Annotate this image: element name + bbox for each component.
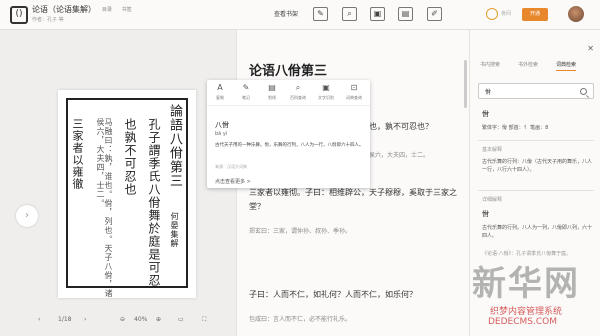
zoom-out-icon[interactable]: ⊖ (120, 316, 125, 323)
copy-button[interactable]: A 复制 (209, 83, 231, 101)
prev-page-button[interactable]: ‹ (38, 316, 40, 323)
underline-icon: ▤ (268, 83, 276, 92)
dictionary-search-input[interactable]: 佾 (478, 83, 594, 99)
edit-tool-button[interactable]: ✎ (313, 7, 328, 21)
scan-annotation-column: 马融曰：孰，谁也。佾，列也。天子八佾，诸侯六，大夫四，士二。 (96, 118, 113, 298)
text-paragraph[interactable]: 子曰：人而不仁，如礼何？人而不仁，如乐何？ (249, 288, 459, 302)
image-icon: ▣ (322, 83, 330, 92)
page-border-right (186, 98, 188, 288)
fit-page-icon[interactable]: ▭ (178, 316, 184, 323)
scan-column: 也孰不可忍也 (123, 118, 137, 196)
dict-headword: 佾 (482, 110, 489, 118)
encyclopedia-label: 百科查询 (290, 95, 306, 100)
dict-section-label: 详细解释 (482, 197, 503, 203)
popup-word: 八佾 (215, 121, 229, 129)
dict-definition: 古代乐舞的行列：八佾（古代天子用的舞乐，八人一行，八行六十四人）。 (482, 159, 593, 173)
view-more-link[interactable]: 点击查看更多 > (215, 178, 251, 185)
popup-source: 来源：汉语大词典 (215, 164, 247, 169)
dictionary-label: 词典查询 (346, 95, 362, 100)
app-window: () 论语（论语集解） 作者：孔子 等 目录 书签 查看书架 ✎ ⌕ ▣ ▤ ✐… (0, 0, 600, 336)
scan-column: 三家者以雍徹 (71, 118, 84, 190)
search-icon[interactable] (580, 88, 587, 95)
encyclopedia-button[interactable]: ⌕ 百科查询 (287, 83, 309, 101)
next-page-button[interactable]: › (84, 316, 86, 323)
user-avatar[interactable] (568, 6, 584, 22)
document-title: 论语（论语集解） (32, 5, 96, 14)
page-indicator: 1/18 (58, 316, 72, 323)
text-paragraph[interactable]: 三家者以雍彻。子曰：相维辟公，天子穆穆，奚取于三家之堂？ (249, 186, 459, 214)
underline-label: 划线 (268, 95, 276, 100)
right-panel: ✕ 书内搜索 书外检索 词典检索 佾 佾 繁体字：佾 部首：亻 笔画：8 基本解… (470, 30, 600, 336)
ocr-label: 文字识别 (318, 95, 334, 100)
chevron-right-icon[interactable]: › (16, 205, 38, 227)
scan-viewer: › 論語八佾第三 何晏集解 孔子謂季氏八佾舞於庭是可忍 也孰不可忍也 三家者以雍… (0, 30, 236, 336)
page-border-bottom (66, 286, 188, 288)
annotation-note: 包咸曰：言人而不仁，必不能行礼乐。 (249, 316, 352, 323)
popup-toolbar: A 复制 ✎ 笔记 ▤ 划线 ⌕ 百科查询 ▣ 文字识别 ⊡ 词典查询 (207, 80, 370, 106)
underline-button[interactable]: ▤ 划线 (261, 83, 283, 101)
popup-definition: 古代天子用的一种乐舞。佾，乐舞的行列，八人为一行，八佾即六十四人。 (215, 143, 364, 148)
theme-toggle-icon[interactable] (486, 8, 498, 20)
dict-headword: 佾 (482, 210, 489, 218)
page-border-left (66, 98, 68, 288)
pencil-icon: ✎ (242, 83, 250, 92)
vip-button[interactable]: 开通 (522, 8, 548, 21)
scrollbar[interactable] (464, 60, 467, 108)
note-button[interactable]: ✎ 笔记 (235, 83, 257, 101)
scan-column: 論語八佾第三 (167, 104, 182, 188)
note-tool-button[interactable]: ✐ (427, 7, 442, 21)
top-bar: () 论语（论语集解） 作者：孔子 等 目录 书签 查看书架 ✎ ⌕ ▣ ▤ ✐… (0, 0, 600, 30)
dict-meta: 繁体字：佾 部首：亻 笔画：8 (482, 125, 549, 131)
tab-external-search[interactable]: 书外检索 (518, 61, 538, 68)
selection-popup: A 复制 ✎ 笔记 ▤ 划线 ⌕ 百科查询 ▣ 文字识别 ⊡ 词典查询 八佾 b… (207, 80, 370, 188)
search-input-value: 佾 (485, 89, 492, 96)
dict-citation: 《论语·八佾》：孔子谓季氏八佾舞于庭。 (482, 251, 572, 257)
scanned-page: 論語八佾第三 何晏集解 孔子謂季氏八佾舞於庭是可忍 也孰不可忍也 三家者以雍徹 … (58, 90, 196, 298)
scan-column: 何晏集解 (170, 212, 179, 248)
divider (478, 190, 594, 191)
top-menu: 目录 书签 (102, 6, 140, 13)
logo-icon[interactable]: () (10, 6, 28, 24)
tab-dictionary-search[interactable]: 词典检索 (556, 61, 577, 71)
search-tool-button[interactable]: ⌕ (342, 7, 357, 21)
close-icon[interactable]: ✕ (587, 44, 594, 53)
ocr-button[interactable]: ▣ 文字识别 (315, 83, 337, 101)
panel-tabs: 书内搜索 书外检索 词典检索 (476, 61, 594, 73)
theme-label: 夜间 (501, 11, 512, 17)
scan-column: 孔子謂季氏八佾舞於庭是可忍 (147, 118, 161, 287)
search-icon: ⌕ (295, 83, 301, 92)
annotation-note: 郑玄曰：三家，谓仲孙、叔孙、季孙。 (249, 228, 352, 235)
fullscreen-icon[interactable]: ⛶ (202, 316, 206, 324)
page-border-top (66, 98, 188, 100)
zoom-level: 40% (134, 316, 148, 323)
popup-pinyin: bā yì (215, 131, 228, 137)
copy-icon: A (217, 83, 223, 92)
menu-bookmarks[interactable]: 书签 (122, 7, 132, 13)
dict-section-label: 基本解释 (482, 147, 503, 153)
tab-in-book-search[interactable]: 书内搜索 (480, 61, 500, 68)
divider (478, 140, 594, 141)
bookshelf-link[interactable]: 查看书架 (274, 9, 298, 18)
doc-tool-button[interactable]: ▤ (398, 7, 413, 21)
menu-contents[interactable]: 目录 (102, 7, 112, 13)
note-label: 笔记 (242, 95, 250, 100)
dict-definition: 古代乐舞的行列。八人为一列，八佾即八列，六十四人。 (482, 225, 593, 239)
image-tool-button[interactable]: ▣ (370, 7, 385, 21)
document-subtitle: 作者：孔子 等 (32, 17, 64, 23)
copy-label: 复制 (216, 95, 224, 100)
chapter-title: 论语八佾第三 (249, 64, 328, 79)
dictionary-icon: ⊡ (350, 83, 358, 92)
zoom-in-icon[interactable]: ⊕ (156, 316, 161, 323)
dictionary-button[interactable]: ⊡ 词典查询 (343, 83, 365, 101)
